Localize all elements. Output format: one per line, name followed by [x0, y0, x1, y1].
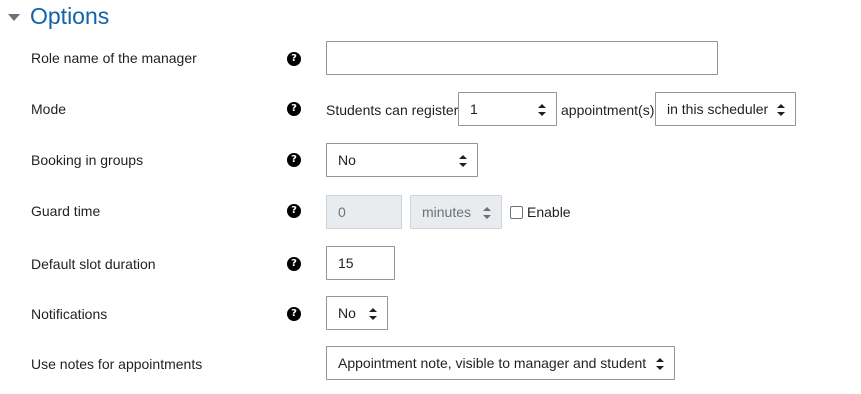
slot-duration-label: Default slot duration: [31, 256, 156, 272]
guard-time-enable-checkbox[interactable]: [510, 206, 523, 219]
notes-label: Use notes for appointments: [31, 356, 203, 372]
mode-prefix-text: Students can register: [326, 102, 459, 118]
question-circle-icon[interactable]: ?: [287, 257, 301, 271]
scheduler-scope-value: in this scheduler: [667, 101, 769, 117]
notifications-value: No: [338, 305, 356, 321]
guard-time-enable-label[interactable]: Enable: [527, 203, 571, 221]
sort-icon: [459, 155, 467, 167]
question-circle-icon[interactable]: ?: [287, 307, 301, 321]
caret-down-icon: [8, 13, 20, 21]
booking-groups-select[interactable]: No: [326, 143, 478, 177]
section-title: Options: [30, 3, 110, 29]
appointment-count-value: 1: [470, 101, 478, 117]
guard-time-value: 0: [338, 204, 346, 220]
form-row-mode: Mode ? Students can register 1 appointme…: [0, 91, 861, 127]
form-row-booking-groups: Booking in groups ? No: [0, 143, 861, 179]
form-row-notifications: Notifications ? No: [0, 296, 861, 332]
role-name-label: Role name of the manager: [31, 50, 197, 66]
notes-value: Appointment note, visible to manager and…: [338, 355, 647, 371]
sort-icon: [777, 104, 785, 116]
form-row-guard-time: Guard time ? 0 minutes Enable: [0, 195, 861, 231]
slot-duration-value: 15: [338, 255, 354, 271]
mode-middle-text: appointment(s): [561, 102, 655, 118]
notifications-label: Notifications: [31, 306, 108, 322]
booking-groups-label: Booking in groups: [31, 152, 144, 168]
slot-duration-input[interactable]: 15: [326, 246, 395, 280]
scheduler-scope-select[interactable]: in this scheduler: [655, 92, 796, 126]
options-section-toggle[interactable]: Options: [8, 2, 109, 30]
sort-icon: [369, 308, 377, 320]
guard-time-unit-value: minutes: [422, 204, 472, 220]
form-row-slot-duration: Default slot duration ? 15: [0, 246, 861, 282]
notifications-select[interactable]: No: [326, 296, 388, 330]
form-row-notes: Use notes for appointments Appointment n…: [0, 346, 861, 382]
mode-label: Mode: [31, 101, 67, 117]
question-circle-icon[interactable]: ?: [287, 102, 301, 116]
guard-time-label: Guard time: [31, 203, 101, 219]
role-name-input[interactable]: [326, 41, 718, 75]
booking-groups-value: No: [338, 152, 356, 168]
notes-select[interactable]: Appointment note, visible to manager and…: [326, 346, 675, 380]
guard-time-unit-select[interactable]: minutes: [410, 195, 502, 229]
form-row-role-name: Role name of the manager ?: [0, 40, 861, 76]
question-circle-icon[interactable]: ?: [287, 153, 301, 167]
sort-icon: [656, 358, 664, 370]
question-circle-icon[interactable]: ?: [287, 52, 301, 66]
guard-time-input[interactable]: 0: [326, 195, 402, 229]
sort-icon: [538, 104, 546, 116]
appointment-count-select[interactable]: 1: [458, 92, 557, 126]
question-circle-icon[interactable]: ?: [287, 204, 301, 218]
sort-icon: [483, 207, 491, 219]
